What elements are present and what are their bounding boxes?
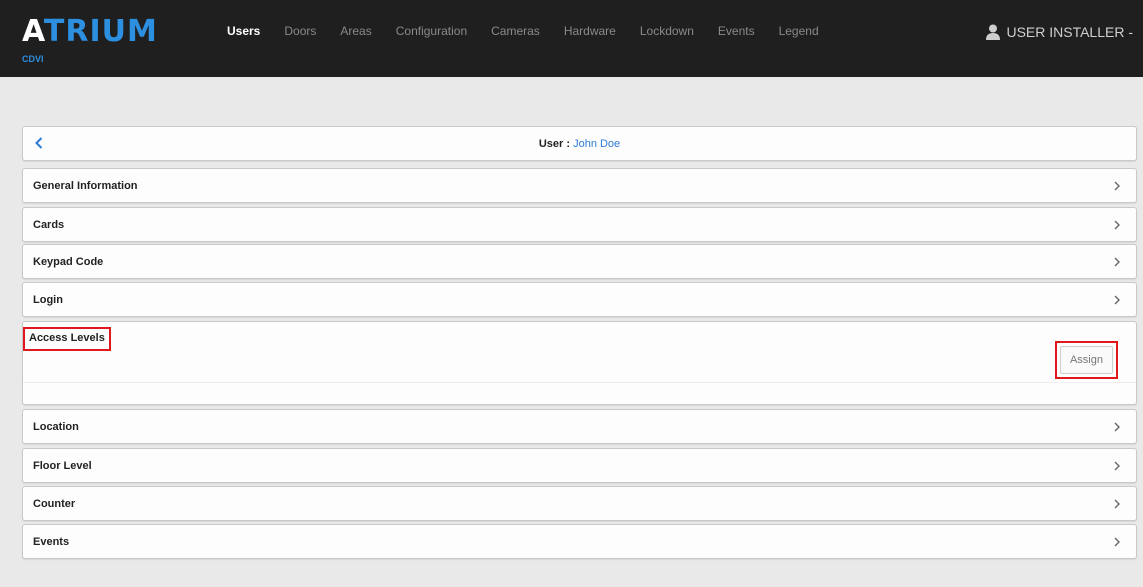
section-title: Access Levels xyxy=(29,332,105,344)
chevron-right-icon xyxy=(1114,257,1120,266)
section-login[interactable]: Login xyxy=(22,282,1137,317)
section-access-levels: Access Levels Assign xyxy=(22,321,1137,405)
nav-legend[interactable]: Legend xyxy=(779,24,819,38)
logo-text: TRIUM xyxy=(43,14,158,49)
chevron-right-icon xyxy=(1114,422,1120,431)
main-nav: Users Doors Areas Configuration Cameras … xyxy=(227,24,843,38)
chevron-right-icon xyxy=(1114,537,1120,546)
user-menu[interactable]: USER INSTALLER - xyxy=(986,24,1133,40)
section-title: Events xyxy=(33,535,70,548)
chevron-right-icon xyxy=(1114,499,1120,508)
section-events[interactable]: Events xyxy=(22,524,1137,559)
back-chevron-icon[interactable] xyxy=(35,137,43,149)
nav-hardware[interactable]: Hardware xyxy=(564,24,616,38)
section-title: Counter xyxy=(33,497,76,510)
nav-events[interactable]: Events xyxy=(718,24,755,38)
user-icon xyxy=(986,24,1001,40)
section-title: Location xyxy=(33,420,79,433)
section-counter[interactable]: Counter xyxy=(22,486,1137,521)
section-title: Floor Level xyxy=(33,459,92,472)
nav-areas[interactable]: Areas xyxy=(340,24,371,38)
section-keypad-code[interactable]: Keypad Code xyxy=(22,244,1137,279)
nav-doors[interactable]: Doors xyxy=(284,24,316,38)
logo-letter-a: A xyxy=(22,14,44,49)
section-title: Keypad Code xyxy=(33,255,104,268)
chevron-right-icon xyxy=(1114,220,1120,229)
section-title: Login xyxy=(33,293,63,306)
user-menu-label: USER INSTALLER - xyxy=(1006,24,1133,40)
access-levels-highlight: Access Levels xyxy=(23,327,111,351)
section-title: General Information xyxy=(33,179,138,192)
nav-cameras[interactable]: Cameras xyxy=(491,24,540,38)
page-title-prefix: User : xyxy=(538,137,574,150)
nav-users[interactable]: Users xyxy=(227,24,260,38)
divider xyxy=(23,382,1136,383)
page-title: User : John Doe xyxy=(539,138,620,150)
chevron-right-icon xyxy=(1114,461,1120,470)
user-header-panel: User : John Doe xyxy=(22,126,1137,161)
atrium-logo[interactable]: ATRIUM xyxy=(22,17,158,47)
chevron-right-icon xyxy=(1114,181,1120,190)
chevron-right-icon xyxy=(1114,295,1120,304)
user-name-link[interactable]: John Doe xyxy=(573,138,620,150)
nav-configuration[interactable]: Configuration xyxy=(396,24,467,38)
nav-lockdown[interactable]: Lockdown xyxy=(640,24,694,38)
assign-highlight: Assign xyxy=(1054,341,1118,379)
section-location[interactable]: Location xyxy=(22,409,1137,444)
assign-button[interactable]: Assign xyxy=(1059,346,1113,374)
section-cards[interactable]: Cards xyxy=(22,207,1137,242)
section-floor-level[interactable]: Floor Level xyxy=(22,448,1137,483)
section-title: Cards xyxy=(33,218,65,231)
section-general-information[interactable]: General Information xyxy=(22,168,1137,203)
logo-subtitle: CDVI xyxy=(22,54,44,64)
top-navbar: ATRIUM CDVI Users Doors Areas Configurat… xyxy=(0,0,1143,77)
